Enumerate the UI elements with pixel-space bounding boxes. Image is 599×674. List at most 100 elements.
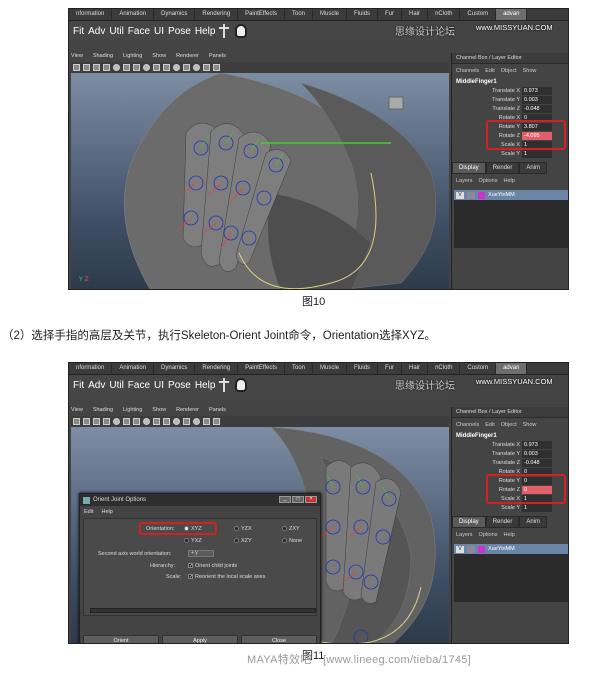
layers-menu[interactable]: Layers [456,178,473,184]
shelf-tab-active[interactable]: advan [496,9,528,20]
attr-value[interactable]: 0.973 [522,440,552,449]
apply-button[interactable]: Apply [162,635,238,643]
shelf-fit[interactable]: Fit [73,26,84,37]
texture-icon[interactable] [133,64,140,71]
shelf-tab[interactable]: Toon [285,363,314,374]
layer-row[interactable]: V XueYinMM [454,190,568,200]
layer-color-swatch[interactable] [478,191,485,199]
perspective-viewport[interactable]: Y Z [71,73,449,289]
shadow-icon[interactable] [153,418,160,425]
attr-value[interactable]: -0.048 [522,104,552,113]
attr-translate-y[interactable]: Translate Y 0.003 [452,449,568,458]
viewport-menu-view[interactable]: View [71,407,83,415]
second-axis-select[interactable]: + y [188,550,214,557]
orientation-none-radio[interactable]: None [282,538,302,544]
shelf-ui[interactable]: UI [154,380,164,391]
options-menu[interactable]: Options [479,178,498,184]
light-icon[interactable] [143,418,150,425]
attr-translate-x[interactable]: Translate X 0.973 [452,440,568,449]
shelf-tab[interactable]: Muscle [313,363,348,374]
character-head-icon[interactable] [235,24,248,38]
shelf-adv[interactable]: Adv [88,26,105,37]
attr-translate-z[interactable]: Translate Z -0.048 [452,458,568,467]
shelf-tab[interactable]: Muscle [313,9,348,20]
channels-menu[interactable]: Channels [456,68,479,74]
shelf-tab[interactable]: Fluids [347,9,379,20]
shelf-tab[interactable]: Hair [402,363,429,374]
attr-translate-z[interactable]: Translate Z -0.048 [452,104,568,113]
attr-scale-y[interactable]: Scale Y1 [452,149,568,158]
smooth-shade-icon[interactable] [123,64,130,71]
tab-anim[interactable]: Anim [519,162,548,174]
film-gate-icon[interactable] [103,418,110,425]
attr-value[interactable]: -0.048 [522,458,552,467]
tab-display[interactable]: Display [452,162,486,174]
close-icon[interactable]: × [305,496,317,503]
xray-icon[interactable] [173,418,180,425]
shelf-tab[interactable]: Toon [285,9,314,20]
shelf-tab[interactable]: nCloth [428,9,461,20]
shelf-face[interactable]: Face [128,380,150,391]
shelf-tab[interactable]: Fur [378,363,403,374]
tpose-icon[interactable] [219,24,230,38]
shelf-tab[interactable]: Fur [378,9,403,20]
shadow-icon[interactable] [153,64,160,71]
viewport-menu-renderer[interactable]: Renderer [176,407,199,415]
dialog-title-bar[interactable]: Orient Joint Options _ □ × [80,494,320,506]
viewport-menu-panels[interactable]: Panels [209,53,226,61]
safe-frame-icon[interactable] [213,418,220,425]
joint-xray-icon[interactable] [183,64,190,71]
viewport-menu-shading[interactable]: Shading [93,53,113,61]
minimize-icon[interactable]: _ [279,496,291,503]
attr-value[interactable]: 0.003 [522,449,552,458]
render-icon[interactable] [193,418,200,425]
camera-icon[interactable] [73,418,80,425]
attr-value[interactable]: 1 [522,503,552,512]
show-menu[interactable]: Show [523,422,537,428]
bookmark-icon[interactable] [93,64,100,71]
orientation-zxy-radio[interactable]: ZXY [282,526,300,532]
channels-menu[interactable]: Channels [456,422,479,428]
tab-anim[interactable]: Anim [519,516,548,528]
shelf-tab[interactable]: Dynamics [154,363,196,374]
edit-menu[interactable]: Edit [485,422,494,428]
orient-button[interactable]: Orient [83,635,159,643]
shelf-face[interactable]: Face [128,26,150,37]
playback-toggle[interactable] [467,191,475,199]
shelf-tab[interactable]: PaintEffects [238,9,285,20]
attr-value[interactable]: 1 [522,149,552,158]
bookmark-icon[interactable] [93,418,100,425]
resolution-gate-icon[interactable] [203,418,210,425]
visibility-toggle[interactable]: V [456,191,464,199]
shelf-tab[interactable]: Animation [112,9,155,20]
dialog-menu-edit[interactable]: Edit [84,509,93,515]
grid-icon[interactable] [83,64,90,71]
render-icon[interactable] [193,64,200,71]
shelf-tab[interactable]: nformation [69,9,113,20]
layer-row[interactable]: V XueYinMM [454,544,568,554]
attr-value[interactable]: 0.973 [522,86,552,95]
attr-translate-y[interactable]: Translate Y 0.003 [452,95,568,104]
grid-icon[interactable] [83,418,90,425]
orientation-xzy-radio[interactable]: XZY [234,538,252,544]
shelf-fit[interactable]: Fit [73,380,84,391]
orient-child-joints-checkbox[interactable]: ✓ Orient child joints [188,563,237,569]
horizontal-scrollbar[interactable] [90,608,316,613]
texture-icon[interactable] [133,418,140,425]
object-menu[interactable]: Object [501,422,517,428]
safe-frame-icon[interactable] [213,64,220,71]
help-menu[interactable]: Help [503,178,514,184]
shelf-pose[interactable]: Pose [168,380,191,391]
viewport-menu-lighting[interactable]: Lighting [123,407,142,415]
viewport-menu-show[interactable]: Show [152,407,166,415]
isolate-icon[interactable] [163,64,170,71]
shelf-tab[interactable]: Hair [402,9,429,20]
shelf-tab[interactable]: Custom [460,363,497,374]
layers-menu[interactable]: Layers [456,532,473,538]
smooth-shade-icon[interactable] [123,418,130,425]
viewport-menu-view[interactable]: View [71,53,83,61]
show-menu[interactable]: Show [523,68,537,74]
orientation-yxz-radio[interactable]: YXZ [184,538,202,544]
viewport-menu-renderer[interactable]: Renderer [176,53,199,61]
layer-color-swatch[interactable] [478,545,485,553]
